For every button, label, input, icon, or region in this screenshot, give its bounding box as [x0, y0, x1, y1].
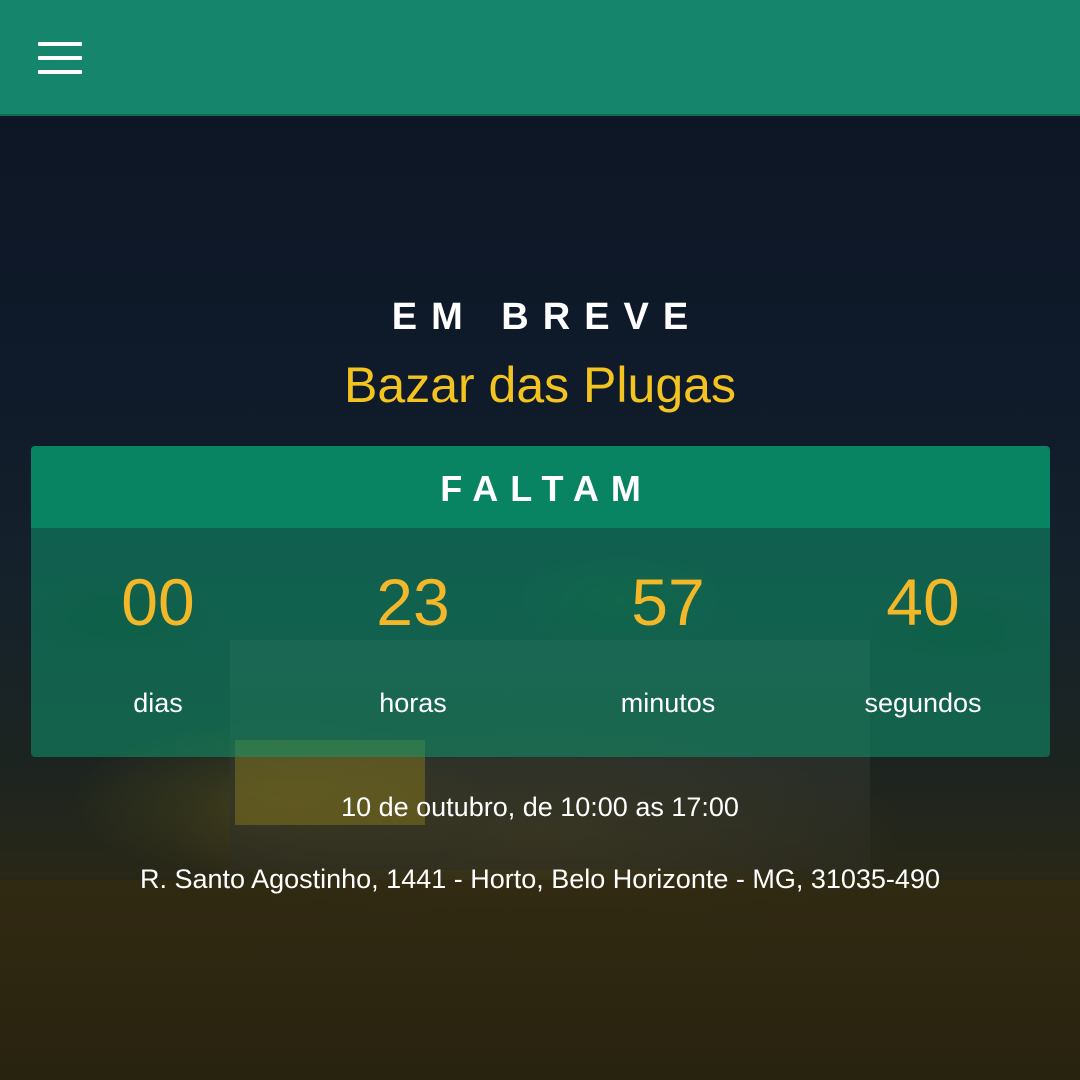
- countdown-seconds: 40 segundos: [796, 528, 1050, 757]
- menu-line: [38, 42, 82, 46]
- days-label: dias: [133, 688, 183, 718]
- countdown-card: FALTAM 00 dias 23 horas 57 minutos 40 se…: [31, 446, 1050, 757]
- seconds-value: 40: [886, 565, 960, 639]
- countdown-minutes: 57 minutos: [541, 528, 795, 757]
- coming-soon-label: EM BREVE: [391, 296, 703, 338]
- days-value: 00: [121, 565, 195, 639]
- event-date-time: 10 de outubro, de 10:00 as 17:00: [341, 792, 739, 822]
- hours-value: 23: [376, 565, 450, 639]
- menu-line: [38, 70, 82, 74]
- hours-label: horas: [379, 688, 447, 718]
- countdown-hours: 23 horas: [286, 528, 540, 757]
- event-address: R. Santo Agostinho, 1441 - Horto, Belo H…: [140, 864, 940, 894]
- countdown-header-label: FALTAM: [440, 468, 653, 509]
- minutes-value: 57: [631, 565, 705, 639]
- event-title: Bazar das Plugas: [344, 357, 736, 413]
- minutes-label: minutos: [620, 688, 716, 718]
- top-app-bar: [0, 0, 1080, 116]
- hamburger-menu-icon[interactable]: [38, 42, 82, 74]
- countdown-days: 00 dias: [31, 528, 285, 757]
- countdown-header: FALTAM: [31, 446, 1050, 528]
- background-ground: [0, 880, 1080, 1080]
- menu-line: [38, 56, 82, 60]
- seconds-label: segundos: [864, 688, 982, 718]
